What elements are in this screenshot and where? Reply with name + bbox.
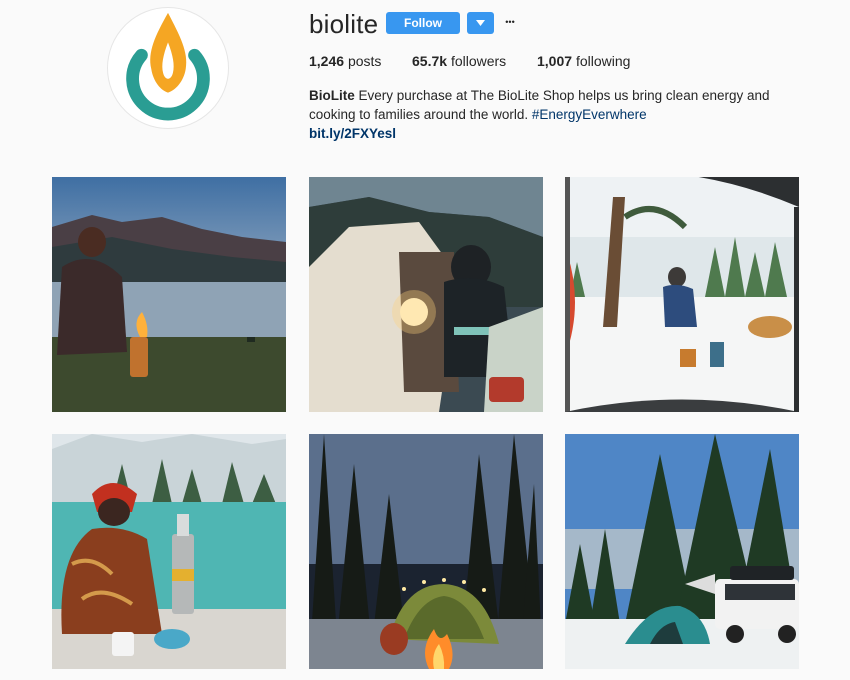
- posts-stat: 1,246 posts: [309, 53, 381, 69]
- biolite-logo-icon: [126, 12, 210, 121]
- snow-camp-photo: [565, 177, 799, 412]
- post-thumbnail[interactable]: [309, 434, 543, 669]
- van-camp-photo: [565, 434, 799, 669]
- following-count: 1,007: [537, 53, 573, 69]
- tent-night-photo: [309, 177, 543, 412]
- profile-header: biolite Follow ••• 1,246 posts 65.7k fol…: [0, 0, 850, 165]
- profile-avatar[interactable]: [107, 7, 229, 129]
- post-thumbnail[interactable]: [565, 177, 799, 412]
- followers-label: followers: [450, 53, 507, 69]
- bio-link[interactable]: bit.ly/2FXYesl: [309, 124, 789, 143]
- suggested-dropdown-button[interactable]: [467, 12, 494, 34]
- post-thumbnail[interactable]: [52, 434, 286, 669]
- profile-bio: BioLite Every purchase at The BioLite Sh…: [309, 86, 789, 143]
- following-stat[interactable]: 1,007 following: [537, 53, 630, 69]
- forest-campfire-photo: [309, 434, 543, 669]
- post-thumbnail[interactable]: [565, 434, 799, 669]
- following-label: following: [575, 53, 631, 69]
- post-thumbnail[interactable]: [309, 177, 543, 412]
- follow-button[interactable]: Follow: [386, 12, 460, 34]
- more-options-button[interactable]: •••: [502, 13, 518, 31]
- lake-cooking-photo: [52, 434, 286, 669]
- followers-stat[interactable]: 65.7k followers: [412, 53, 506, 69]
- lake-dusk-photo: [52, 177, 286, 412]
- followers-count: 65.7k: [412, 53, 448, 69]
- bio-text-line2: cooking to families around the world.: [309, 107, 532, 122]
- posts-label: posts: [347, 53, 382, 69]
- chevron-down-icon: [476, 20, 485, 26]
- posts-grid: [52, 177, 800, 669]
- more-options-icon: •••: [505, 17, 515, 27]
- posts-count: 1,246: [309, 53, 345, 69]
- bio-hashtag[interactable]: #EnergyEverwhere: [532, 107, 647, 122]
- post-thumbnail[interactable]: [52, 177, 286, 412]
- bio-text-line1: Every purchase at The BioLite Shop helps…: [354, 88, 770, 103]
- bio-name: BioLite: [309, 88, 355, 103]
- profile-username: biolite: [309, 9, 379, 39]
